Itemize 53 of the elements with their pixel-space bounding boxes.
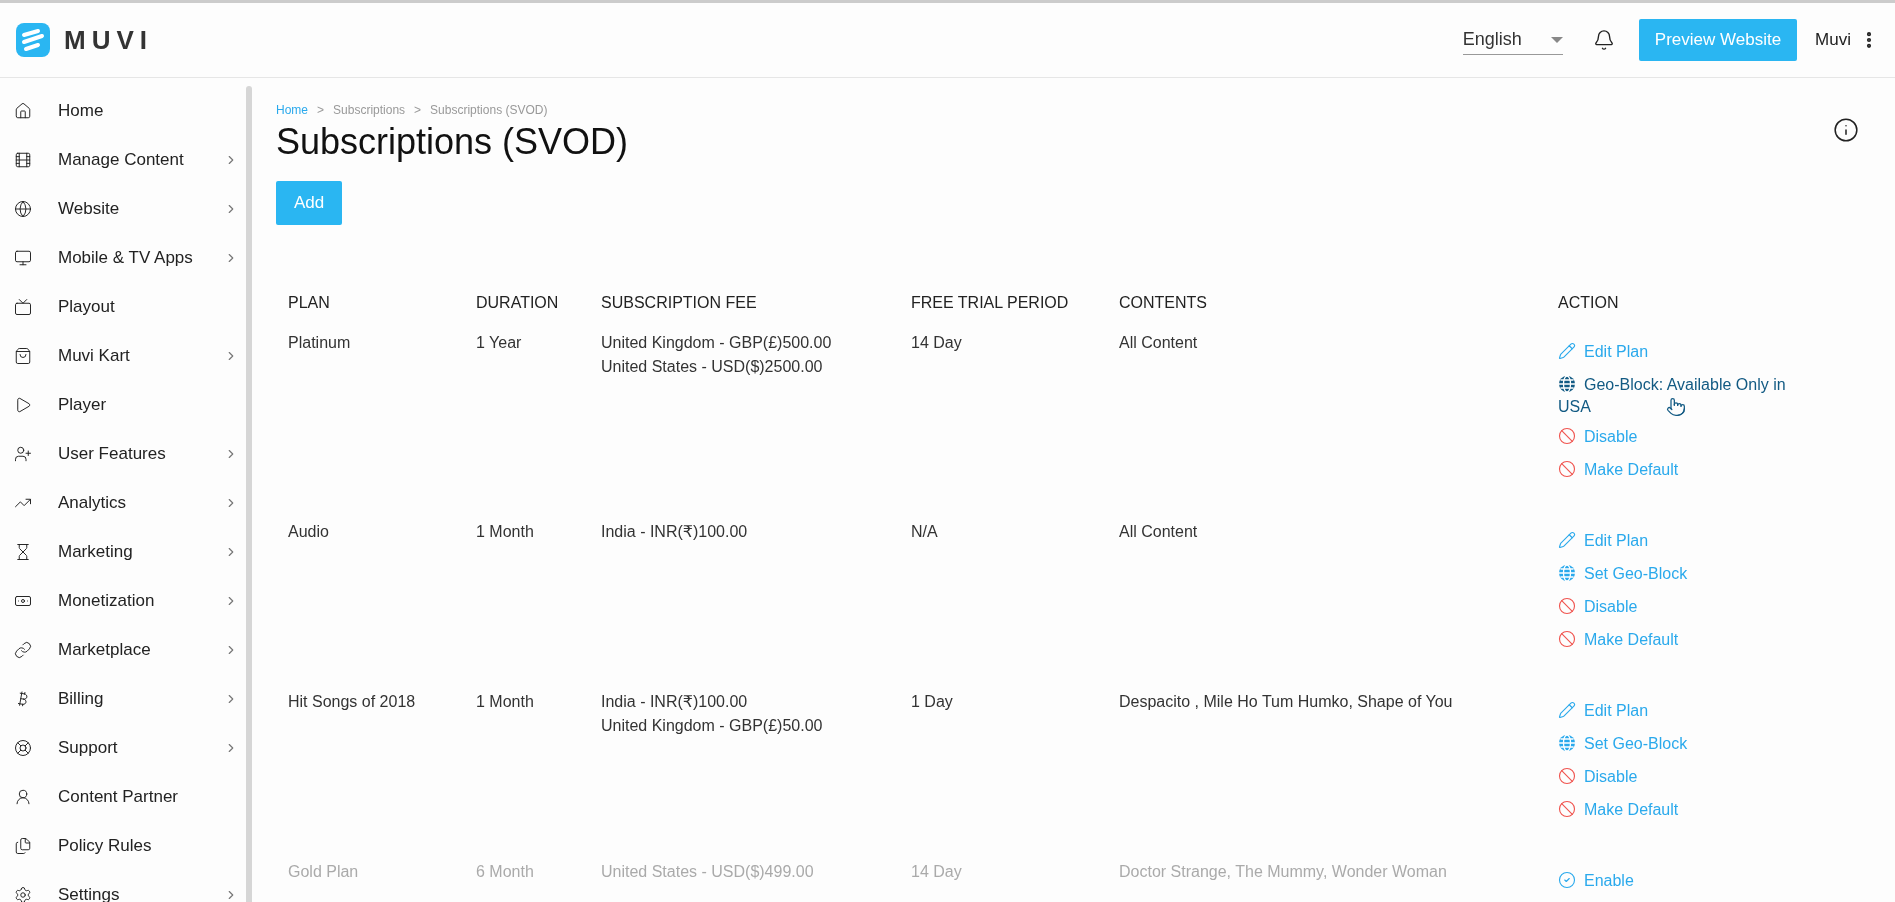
breadcrumb-item: Subscriptions [333,103,406,117]
duration-cell-text: 1 Year [476,333,523,353]
column-header: ACTION [1558,294,1620,312]
breadcrumb-item: Subscriptions (SVOD) [430,103,548,117]
fee-text: United States - USD($)2500.00 [601,357,824,377]
action-link[interactable]: Geo-Block: Available Only in USA [1558,375,1818,416]
logo-text: MUVI [64,24,153,56]
column-header: DURATION [476,294,560,312]
sidebar-item[interactable]: Support [0,723,238,772]
trial-cell-text: 14 Day [911,333,963,353]
sidebar-item[interactable]: Muvi Kart [0,331,238,380]
sidebar-item[interactable]: Home [0,86,238,135]
column-header: PLAN [288,294,331,312]
sidebar-item[interactable]: Mobile & TV Apps [0,233,238,282]
duration-cell-text: 6 Month [476,862,535,882]
sidebar-item[interactable]: Policy Rules [0,821,238,870]
duration-cell-text: 1 Month [476,692,535,712]
sidebar-item[interactable]: Player [0,380,238,429]
sidebar-item[interactable]: Manage Content [0,135,238,184]
trial-cell-text: 1 Day [911,692,954,712]
sidebar-item[interactable]: Marketing [0,527,238,576]
fee-text: United Kingdom - GBP(£)500.00 [601,333,833,353]
duration-cell-text: 1 Month [476,522,535,542]
user-name[interactable]: Muvi [1815,30,1851,50]
breadcrumb-separator: > [414,103,422,117]
contents-cell-text: All Content [1119,522,1199,542]
plan-cell-text: Hit Songs of 2018 [288,692,417,712]
language-select[interactable]: English [1462,25,1563,55]
fee-text: India - INR(₹)100.00 [601,692,749,712]
contents-cell-text: Doctor Strange, The Mummy, Wonder Woman [1119,862,1448,882]
sidebar-item[interactable]: Website [0,184,238,233]
sidebar-item[interactable]: User Features [0,429,238,478]
plan-cell-text: Platinum [288,333,352,353]
plan-cell-text: Gold Plan [288,862,360,882]
sidebar-item[interactable]: Marketplace [0,625,238,674]
sidebar-item[interactable]: Playout [0,282,238,331]
contents-cell-text: Despacito , Mile Ho Tum Humko, Shape of You [1119,692,1454,712]
breadcrumb-separator: > [317,103,325,117]
page-title: Subscriptions (SVOD) [276,121,629,163]
sidebar-item[interactable]: Content Partner [0,772,238,821]
sidebar-item[interactable]: Billing [0,674,238,723]
sidebar-item[interactable]: Analytics [0,478,238,527]
fee-text: United States - USD($)499.00 [601,862,815,882]
column-header: SUBSCRIPTION FEE [601,294,758,312]
column-header: FREE TRIAL PERIOD [911,294,1070,312]
sidebar-item[interactable]: Monetization [0,576,238,625]
trial-cell-text: 14 Day [911,862,963,882]
fee-text: India - INR(₹)100.00 [601,522,749,542]
plan-cell-text: Audio [288,522,330,542]
column-header: CONTENTS [1119,294,1208,312]
fee-text: United Kingdom - GBP(£)50.00 [601,716,824,736]
trial-cell-text: N/A [911,522,939,542]
contents-cell-text: All Content [1119,333,1199,353]
